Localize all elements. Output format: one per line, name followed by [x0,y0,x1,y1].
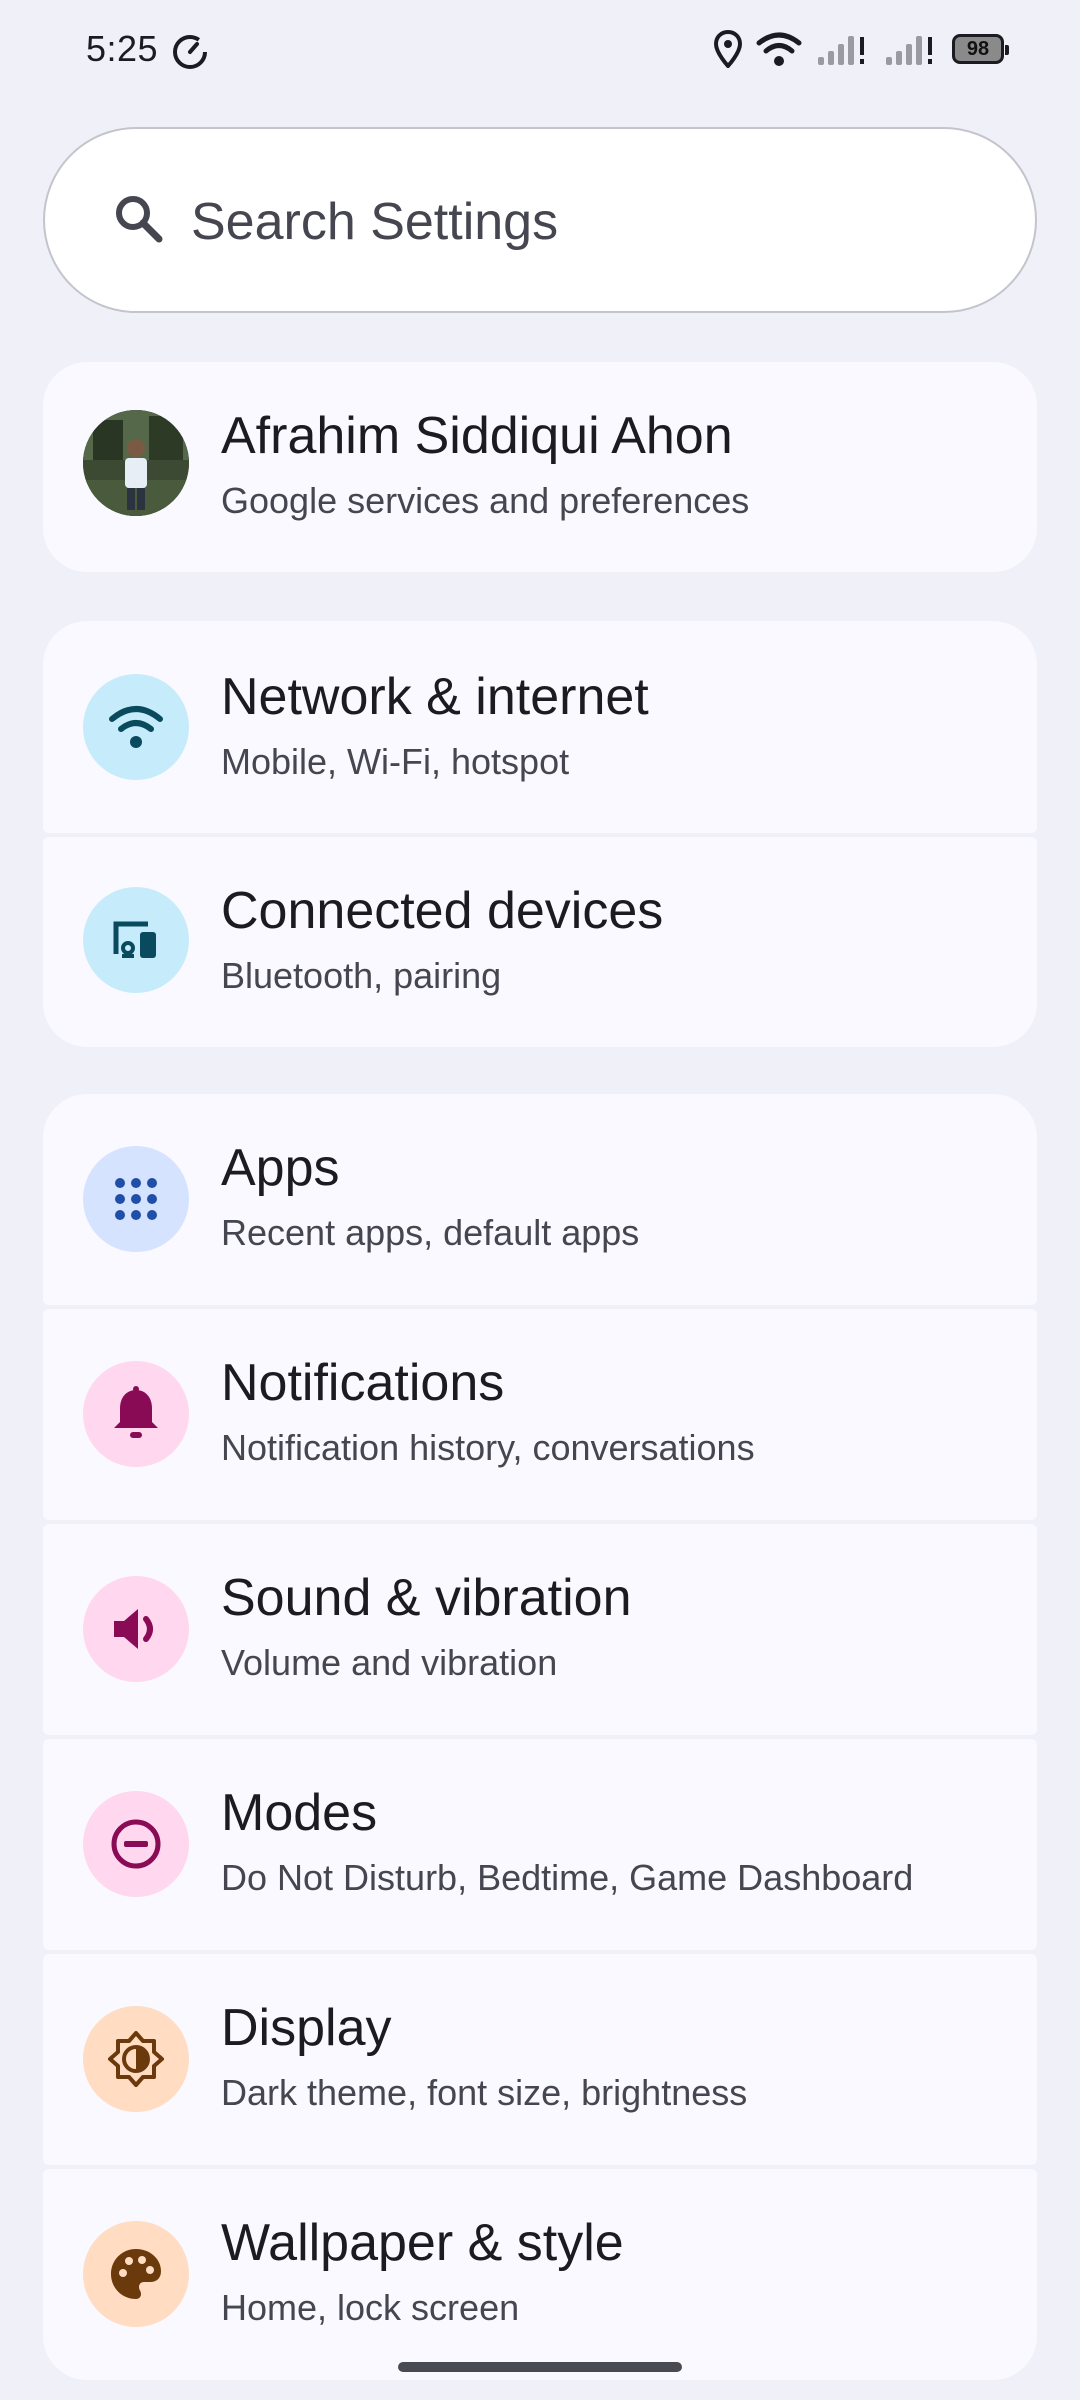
home-indicator[interactable] [398,2362,682,2372]
status-bar: 5:25 98 [0,0,1080,100]
item-title: Modes [221,1784,378,1842]
item-subtitle: Mobile, Wi-Fi, hotspot [221,741,570,782]
status-icons: 98 [714,30,1009,68]
item-subtitle: Bluetooth, pairing [221,955,502,996]
settings-item-connected-devices[interactable]: Connected devices Bluetooth, pairing [43,837,1037,1047]
settings-item-notifications[interactable]: Notifications Notification history, conv… [43,1309,1037,1520]
devices-icon [83,887,189,993]
item-title: Connected devices [221,882,664,940]
settings-item-apps[interactable]: Apps Recent apps, default apps [43,1094,1037,1305]
settings-item-sound[interactable]: Sound & vibration Volume and vibration [43,1524,1037,1735]
account-card[interactable]: Afrahim Siddiqui Ahon Google services an… [43,362,1037,572]
item-subtitle: Notification history, conversations [221,1427,755,1468]
wifi-icon [83,674,189,780]
item-title: Notifications [221,1354,505,1412]
signal-sim1-icon [818,36,864,65]
item-subtitle: Volume and vibration [221,1642,558,1683]
wifi-status-icon [756,32,802,66]
search-placeholder: Search Settings [191,193,559,251]
settings-item-display[interactable]: Display Dark theme, font size, brightnes… [43,1954,1037,2165]
apps-grid-icon [83,1146,189,1252]
palette-icon [83,2221,189,2327]
account-name: Afrahim Siddiqui Ahon [221,407,733,465]
brightness-icon [83,2006,189,2112]
item-subtitle: Dark theme, font size, brightness [221,2072,748,2113]
settings-item-modes[interactable]: Modes Do Not Disturb, Bedtime, Game Dash… [43,1739,1037,1950]
status-time: 5:25 [86,28,159,69]
search-settings-bar[interactable]: Search Settings [43,127,1037,313]
battery-level: 98 [966,37,990,60]
signal-sim2-icon [886,36,932,65]
item-title: Display [221,1999,392,2057]
item-title: Wallpaper & style [221,2214,624,2272]
item-subtitle: Home, lock screen [221,2287,520,2328]
settings-item-wallpaper[interactable]: Wallpaper & style Home, lock screen [43,2169,1037,2380]
avatar [83,410,189,516]
item-subtitle: Do Not Disturb, Bedtime, Game Dashboard [221,1857,914,1898]
speaker-icon [83,1576,189,1682]
battery-icon: 98 [952,34,1009,64]
search-icon [116,196,163,243]
item-title: Sound & vibration [221,1569,632,1627]
data-saver-icon [173,35,207,69]
item-title: Apps [221,1139,340,1197]
settings-item-network[interactable]: Network & internet Mobile, Wi-Fi, hotspo… [43,621,1037,833]
location-icon [714,30,742,68]
item-title: Network & internet [221,668,649,726]
item-subtitle: Recent apps, default apps [221,1212,640,1253]
do-not-disturb-icon [83,1791,189,1897]
bell-icon [83,1361,189,1467]
account-subtitle: Google services and preferences [221,480,750,521]
